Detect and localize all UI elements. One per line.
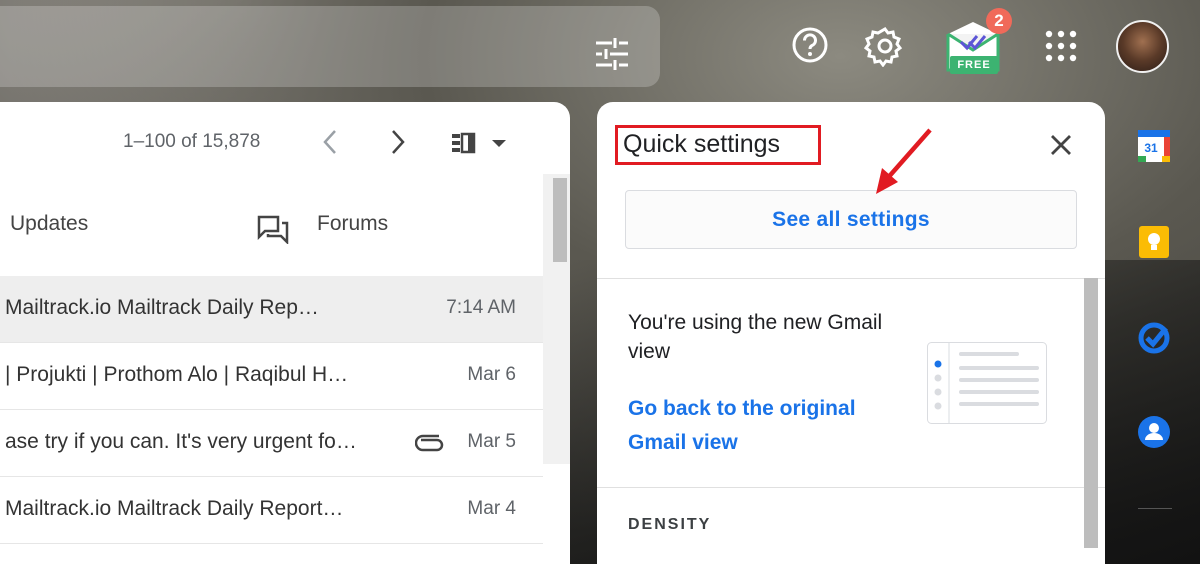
tasks-icon[interactable] xyxy=(1136,320,1172,356)
calendar-icon[interactable]: 31 xyxy=(1136,128,1172,164)
svg-text:31: 31 xyxy=(1144,141,1158,155)
notification-badge: 2 xyxy=(986,8,1012,34)
quick-settings-panel: Quick settings See all settings You're u… xyxy=(597,102,1105,564)
keep-icon[interactable] xyxy=(1136,224,1172,260)
mail-date: Mar 6 xyxy=(467,364,516,385)
sidebar-divider xyxy=(1138,508,1172,509)
tab-forums[interactable]: Forums xyxy=(317,212,388,236)
view-status-text: You're using the new Gmail view xyxy=(628,311,883,363)
divider xyxy=(597,487,1105,488)
see-all-settings-button[interactable]: See all settings xyxy=(625,190,1077,249)
mail-date: Mar 4 xyxy=(467,498,516,519)
mail-subject: Mailtrack.io Mailtrack Daily Rep… xyxy=(5,296,319,319)
list-item[interactable]: Mailtrack.io Mailtrack Daily Report… Mar… xyxy=(0,477,543,544)
chevron-right-icon[interactable] xyxy=(386,128,410,156)
go-back-link[interactable]: Go back to the original Gmail view xyxy=(628,392,888,460)
list-item[interactable]: | Projukti | Prothom Alo | Raqibul H… Ma… xyxy=(0,343,543,410)
mail-date: 7:14 AM xyxy=(446,297,516,318)
list-item[interactable]: ase try if you can. It's very urgent fo…… xyxy=(0,410,543,477)
annotation-arrow-icon xyxy=(876,128,932,194)
tab-updates[interactable]: Updates xyxy=(10,212,88,236)
density-heading: DENSITY xyxy=(628,516,712,533)
help-icon[interactable] xyxy=(790,25,830,65)
mail-subject: ase try if you can. It's very urgent fo… xyxy=(5,430,357,453)
mail-subject: | Projukti | Prothom Alo | Raqibul H… xyxy=(5,363,349,386)
avatar[interactable] xyxy=(1116,20,1169,73)
gear-icon[interactable] xyxy=(864,25,906,67)
apps-icon[interactable] xyxy=(1043,28,1079,64)
mail-list: Mailtrack.io Mailtrack Daily Rep… 7:14 A… xyxy=(0,276,543,544)
mail-scrollbar-thumb[interactable] xyxy=(553,178,567,262)
quick-settings-title: Quick settings xyxy=(623,130,781,158)
mail-date: Mar 5 xyxy=(467,431,516,452)
split-pane-icon[interactable] xyxy=(450,132,510,154)
divider xyxy=(597,278,1105,279)
chevron-left-icon[interactable] xyxy=(318,128,342,156)
search-bar[interactable] xyxy=(0,6,660,87)
quick-settings-scrollbar[interactable] xyxy=(1084,278,1098,548)
list-item[interactable]: Mailtrack.io Mailtrack Daily Rep… 7:14 A… xyxy=(0,276,543,343)
close-icon[interactable] xyxy=(1048,132,1074,158)
filter-icon[interactable] xyxy=(592,34,632,74)
contacts-icon[interactable] xyxy=(1136,414,1172,450)
mail-list-panel: 1–100 of 15,878 Updates Forums Mailtrack… xyxy=(0,102,570,564)
pager-count: 1–100 of 15,878 xyxy=(123,131,261,152)
gmail-view-illustration xyxy=(927,342,1047,424)
attachment-icon xyxy=(415,434,444,452)
forums-icon[interactable] xyxy=(256,214,290,244)
mail-subject: Mailtrack.io Mailtrack Daily Report… xyxy=(5,497,344,520)
mailtrack-free-label: FREE xyxy=(950,56,998,74)
